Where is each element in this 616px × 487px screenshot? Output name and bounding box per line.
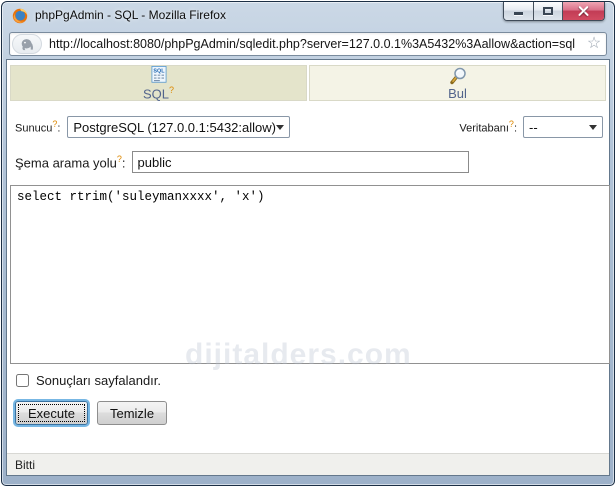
paginate-row: Sonuçları sayfalandır. xyxy=(16,373,603,388)
sql-query-textarea[interactable]: select rtrim('suleymanxxxx', 'x') xyxy=(10,185,610,364)
search-path-row: Şema arama yolu?: xyxy=(15,151,603,173)
tab-sql[interactable]: SQL SQL? xyxy=(10,65,307,101)
status-text: Bitti xyxy=(15,457,36,472)
sql-help-marker[interactable]: ? xyxy=(169,85,174,95)
minimize-button[interactable] xyxy=(504,2,533,20)
postgresql-elephant-icon xyxy=(21,38,33,50)
execute-button[interactable]: Execute xyxy=(15,401,88,425)
url-bar[interactable]: http://localhost:8080/phpPgAdmin/sqledit… xyxy=(9,32,607,56)
server-select-value: PostgreSQL (127.0.0.1:5432:allow) xyxy=(73,119,276,135)
action-buttons-row: Execute Temizle xyxy=(12,401,606,425)
status-bar: Bitti xyxy=(7,453,609,475)
url-text[interactable]: http://localhost:8080/phpPgAdmin/sqledit… xyxy=(42,37,582,51)
close-icon xyxy=(577,5,590,17)
search-path-label: Şema arama yolu?: xyxy=(15,153,126,171)
server-select[interactable]: PostgreSQL (127.0.0.1:5432:allow) xyxy=(67,116,291,138)
phppgadmin-sql-page: SQL SQL? Bul Sunucu?: PostgreSQL (127.0.… xyxy=(7,60,610,453)
window-controls xyxy=(503,2,605,21)
sql-document-icon: SQL xyxy=(150,66,167,83)
tab-bar: SQL SQL? Bul xyxy=(10,65,606,101)
tab-find-label: Bul xyxy=(448,86,467,101)
close-button[interactable] xyxy=(562,2,604,20)
server-label: Sunucu?: xyxy=(15,119,61,135)
paginate-checkbox[interactable] xyxy=(16,374,29,387)
bookmark-star-icon[interactable]: ☆ xyxy=(582,33,606,55)
svg-text:SQL: SQL xyxy=(153,68,165,74)
clear-button[interactable]: Temizle xyxy=(96,401,168,425)
maximize-button[interactable] xyxy=(533,2,562,20)
page-client-area: SQL SQL? Bul Sunucu?: PostgreSQL (127.0.… xyxy=(6,59,610,476)
database-select[interactable]: -- xyxy=(523,116,603,138)
title-bar: phpPgAdmin - SQL - Mozilla Firefox xyxy=(2,2,614,30)
paginate-label: Sonuçları sayfalandır. xyxy=(36,373,162,388)
database-group: Veritabanı?: -- xyxy=(459,116,603,138)
database-label: Veritabanı?: xyxy=(459,119,517,135)
maximize-icon xyxy=(543,7,553,15)
tab-sql-label: SQL? xyxy=(142,84,175,101)
minimize-icon xyxy=(514,12,523,15)
browser-window: phpPgAdmin - SQL - Mozilla Firefox http:… xyxy=(1,1,615,486)
chevron-down-icon xyxy=(589,124,597,130)
window-title: phpPgAdmin - SQL - Mozilla Firefox xyxy=(35,8,226,22)
tab-find[interactable]: Bul xyxy=(309,65,606,101)
search-path-input[interactable] xyxy=(131,151,469,173)
site-favicon-box xyxy=(12,34,42,54)
firefox-icon xyxy=(12,8,28,24)
database-select-value: -- xyxy=(529,119,538,135)
chevron-down-icon xyxy=(276,124,285,130)
magnifier-icon xyxy=(449,67,466,85)
server-database-row: Sunucu?: PostgreSQL (127.0.0.1:5432:allo… xyxy=(15,116,603,138)
